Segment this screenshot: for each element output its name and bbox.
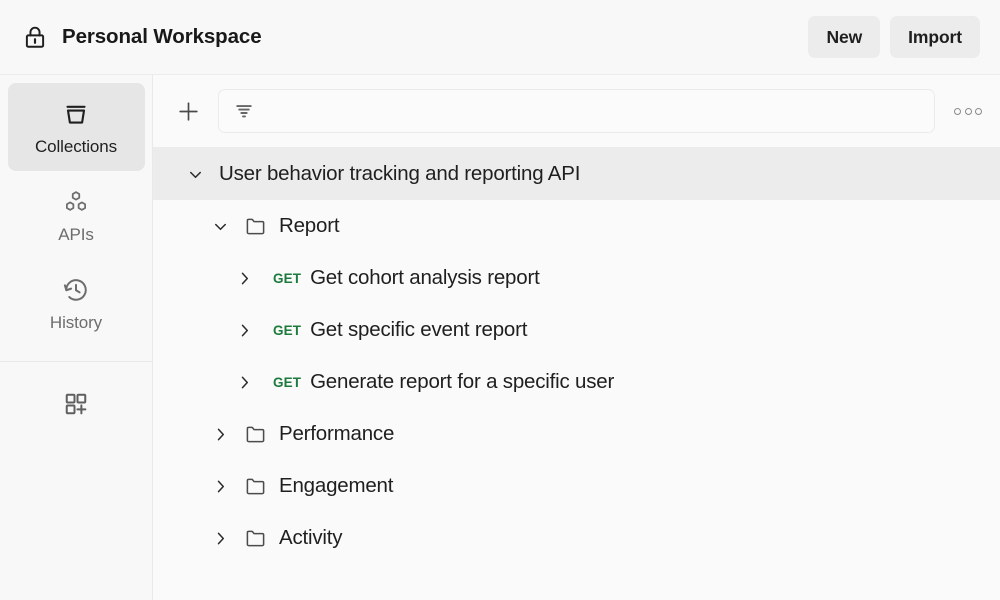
add-module-button[interactable] <box>0 362 152 446</box>
folder-label: Activity <box>279 528 342 549</box>
panel-toolbar <box>153 75 1000 148</box>
workspace-title: Personal Workspace <box>62 25 262 49</box>
collection-tree: User behavior tracking and reporting API <box>153 148 1000 600</box>
chevron-right-icon[interactable] <box>209 527 231 549</box>
tree-row-request-generate-user-report[interactable]: GET Generate report for a specific user <box>153 356 1000 408</box>
chevron-right-icon[interactable] <box>233 371 255 393</box>
sidebar-item-history-label: History <box>50 314 102 331</box>
sidebar-item-collections-label: Collections <box>35 138 117 155</box>
import-button[interactable]: Import <box>890 16 980 58</box>
tree-row-folder-engagement[interactable]: Engagement <box>153 460 1000 512</box>
tree-row-request-cohort-analysis[interactable]: GET Get cohort analysis report <box>153 252 1000 304</box>
app-window: Personal Workspace New Import Collection… <box>0 0 1000 600</box>
request-label: Get cohort analysis report <box>310 268 540 289</box>
clock-arrow-icon <box>61 275 91 305</box>
grid-plus-icon <box>61 389 91 419</box>
method-badge-get: GET <box>273 272 301 286</box>
search-filter-box[interactable] <box>218 89 935 133</box>
new-button[interactable]: New <box>808 16 880 58</box>
sidebar-item-apis-label: APIs <box>58 226 94 243</box>
folder-label: Report <box>279 216 339 237</box>
header-actions: New Import <box>808 16 980 58</box>
collection-row[interactable]: User behavior tracking and reporting API <box>153 148 1000 200</box>
folder-label: Performance <box>279 424 394 445</box>
method-badge-get: GET <box>273 376 301 390</box>
more-horizontal-icon-dot-3 <box>975 108 982 115</box>
tree-row-request-specific-event[interactable]: GET Get specific event report <box>153 304 1000 356</box>
folder-icon <box>244 526 268 550</box>
more-options-button[interactable] <box>950 102 986 121</box>
workspace-identity[interactable]: Personal Workspace <box>22 24 262 50</box>
hexagons-icon <box>61 187 91 217</box>
chevron-right-icon[interactable] <box>209 423 231 445</box>
add-collection-button[interactable] <box>173 96 203 126</box>
sidebar-item-collections[interactable]: Collections <box>8 83 145 171</box>
sidebar-item-history[interactable]: History <box>8 259 145 347</box>
tree-row-folder-performance[interactable]: Performance <box>153 408 1000 460</box>
chevron-down-icon[interactable] <box>209 215 231 237</box>
chevron-down-icon[interactable] <box>184 163 206 185</box>
bucket-icon <box>61 99 91 129</box>
request-label: Generate report for a specific user <box>310 372 614 393</box>
collections-panel: User behavior tracking and reporting API <box>153 75 1000 600</box>
lock-icon <box>22 24 48 50</box>
folder-icon <box>244 214 268 238</box>
collection-name: User behavior tracking and reporting API <box>219 164 580 185</box>
folder-label: Engagement <box>279 476 393 497</box>
chevron-right-icon[interactable] <box>233 319 255 341</box>
filter-icon <box>233 100 255 122</box>
more-horizontal-icon-dot-2 <box>965 108 972 115</box>
search-input[interactable] <box>265 103 924 120</box>
request-label: Get specific event report <box>310 320 527 341</box>
chevron-right-icon[interactable] <box>233 267 255 289</box>
top-header: Personal Workspace New Import <box>0 0 1000 75</box>
tree-row-folder-report[interactable]: Report <box>153 200 1000 252</box>
tree-row-folder-activity[interactable]: Activity <box>153 512 1000 564</box>
plus-icon <box>175 98 202 125</box>
sidebar-item-apis[interactable]: APIs <box>8 171 145 259</box>
folder-icon <box>244 474 268 498</box>
method-badge-get: GET <box>273 324 301 338</box>
chevron-right-icon[interactable] <box>209 475 231 497</box>
body-split: Collections APIs <box>0 75 1000 600</box>
folder-icon <box>244 422 268 446</box>
more-horizontal-icon-dot-1 <box>954 108 961 115</box>
sidebar-rail: Collections APIs <box>0 75 153 600</box>
